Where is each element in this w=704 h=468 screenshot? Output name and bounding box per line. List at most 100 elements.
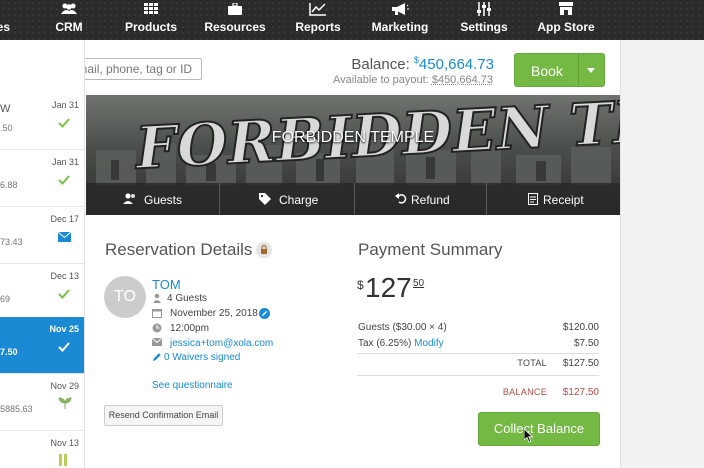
booking-amount: 7.50 — [0, 347, 18, 357]
line-item-amount: $7.50 — [573, 338, 599, 349]
receipt-button-label: Receipt — [543, 193, 584, 207]
reservation-date: November 25, 2018 — [170, 308, 258, 319]
balance-label: Balance: — [351, 56, 410, 73]
receipt-icon — [528, 193, 538, 208]
booking-amount: 73.43 — [0, 237, 23, 247]
line-item-label: Guests ($30.00 × 4) — [358, 322, 447, 333]
nav-label: Settings — [460, 20, 508, 34]
nav-label: App Store — [537, 20, 595, 34]
line-item-label: Tax (6.25%) Modify — [358, 338, 444, 349]
booking-list: Jan 31 .50 W Jan 31 6.88 Dec 17 73.43 Dec 13 69 N… — [0, 40, 85, 468]
resend-confirmation-button[interactable]: Resend Confirmation Email — [104, 405, 223, 426]
balance-display: Balance: $450,664.73 — [351, 55, 494, 73]
nav-item-settings[interactable]: Settings — [460, 0, 508, 40]
total-whole: 127 — [365, 272, 412, 303]
booking-list-item[interactable]: Nov 13 — [0, 431, 84, 468]
total-row: TOTAL $127.50 — [357, 358, 599, 370]
check-icon — [58, 286, 72, 300]
nav-label: Marketing — [371, 20, 429, 34]
plant-icon — [58, 396, 72, 410]
charge-button[interactable]: Charge — [220, 183, 355, 215]
collect-balance-button[interactable]: Collect Balance — [478, 412, 600, 446]
users-icon — [45, 0, 93, 20]
check-icon — [58, 172, 72, 186]
balance-value: 450,664.73 — [418, 56, 494, 73]
booking-list-item[interactable]: Nov 25 7.50 — [0, 317, 84, 374]
modify-tax-link[interactable]: Modify — [414, 338, 443, 349]
divider — [357, 353, 599, 354]
booking-date: Dec 17 — [50, 214, 79, 224]
pause-icon — [58, 453, 72, 467]
store-icon — [536, 0, 596, 20]
booking-list-item[interactable]: Dec 13 69 — [0, 264, 84, 321]
line-item-tax: Tax (6.25%) Modify $7.50 — [357, 338, 599, 351]
payout-display: Available to payout: $450,664.73 — [333, 74, 493, 86]
app-window: es CRM Products Resources Reports — [0, 0, 704, 468]
nav-item-products[interactable]: Products — [122, 0, 180, 40]
sliders-icon — [460, 0, 508, 20]
nav-item-marketing[interactable]: Marketing — [370, 0, 430, 40]
megaphone-icon — [370, 0, 430, 20]
book-button[interactable]: Book — [514, 53, 605, 87]
envelope-icon — [57, 229, 72, 243]
book-button-divider — [578, 54, 579, 86]
total-label: TOTAL — [517, 358, 547, 368]
tag-icon — [259, 193, 271, 208]
total-amount: $127.50 — [562, 358, 599, 369]
nav-item-crm[interactable]: CRM — [45, 0, 93, 40]
guest-name-link[interactable]: TOM — [152, 277, 181, 292]
mouse-cursor-icon — [523, 428, 534, 448]
nav-item-bookings[interactable]: es — [0, 0, 18, 40]
book-button-label: Book — [531, 63, 563, 79]
nav-item-resources[interactable]: Resources — [204, 0, 266, 40]
nav-item-reports[interactable]: Reports — [292, 0, 344, 40]
refund-button[interactable]: Refund — [355, 183, 487, 215]
guests-count: 4 Guests — [167, 293, 208, 304]
list-header — [0, 40, 84, 94]
balance-row: BALANCE $127.50 — [357, 387, 599, 399]
booking-date: Nov 25 — [49, 324, 79, 334]
total-cents: 50 — [413, 278, 425, 289]
clock-icon — [152, 323, 162, 333]
lock-icon[interactable] — [256, 242, 272, 258]
undo-icon — [395, 193, 407, 207]
booking-amount: 69 — [0, 294, 11, 304]
booking-date: Nov 13 — [50, 438, 79, 448]
charge-button-label: Charge — [279, 193, 319, 207]
nav-item-app-store[interactable]: App Store — [536, 0, 596, 40]
avatar: TO — [104, 276, 146, 318]
line-chart-icon — [292, 0, 344, 20]
edit-date-icon[interactable] — [259, 308, 270, 322]
check-icon — [58, 115, 72, 129]
receipt-button[interactable]: Receipt — [487, 183, 620, 215]
payout-amount[interactable]: $450,664.73 — [432, 74, 493, 86]
guests-button-label: Guests — [144, 193, 183, 207]
action-bar: Guests Charge Refund Receipt — [86, 183, 620, 215]
nav-label: es — [0, 20, 10, 34]
experience-banner: FORBIDDEN TEMPLE FORBIDDEN TEMPLE Guests… — [86, 95, 620, 215]
divider — [357, 375, 599, 376]
payment-heading: Payment Summary — [358, 240, 503, 259]
banner-title: FORBIDDEN TEMPLE — [271, 129, 435, 146]
booking-amount: .50 — [0, 123, 13, 133]
booking-list-item[interactable]: Jan 31 .50 W — [0, 93, 84, 150]
questionnaire-link[interactable]: See questionnaire — [152, 380, 233, 391]
booking-amount: 5885.63 — [0, 404, 33, 414]
guests-button[interactable]: Guests — [86, 183, 220, 215]
refund-button-label: Refund — [411, 193, 450, 207]
pencil-icon — [152, 352, 162, 362]
nav-label: Products — [124, 20, 177, 34]
person-icon — [152, 293, 162, 303]
chevron-down-icon[interactable] — [587, 68, 595, 73]
guest-email-link[interactable]: jessica+tom@xola.com — [170, 338, 273, 349]
booking-list-item[interactable]: Nov 29 5885.63 — [0, 374, 84, 431]
booking-list-item[interactable]: Dec 17 73.43 — [0, 207, 84, 264]
booking-list-item[interactable]: Jan 31 6.88 — [0, 150, 84, 207]
nav-label: Resources — [204, 20, 266, 34]
booking-date: Jan 31 — [51, 157, 79, 167]
right-panel — [620, 40, 704, 468]
waivers-link[interactable]: 0 Waivers signed — [164, 352, 240, 363]
grid-icon — [122, 0, 180, 20]
unknown-icon — [0, 0, 18, 20]
reservation-time: 12:00pm — [170, 323, 209, 334]
